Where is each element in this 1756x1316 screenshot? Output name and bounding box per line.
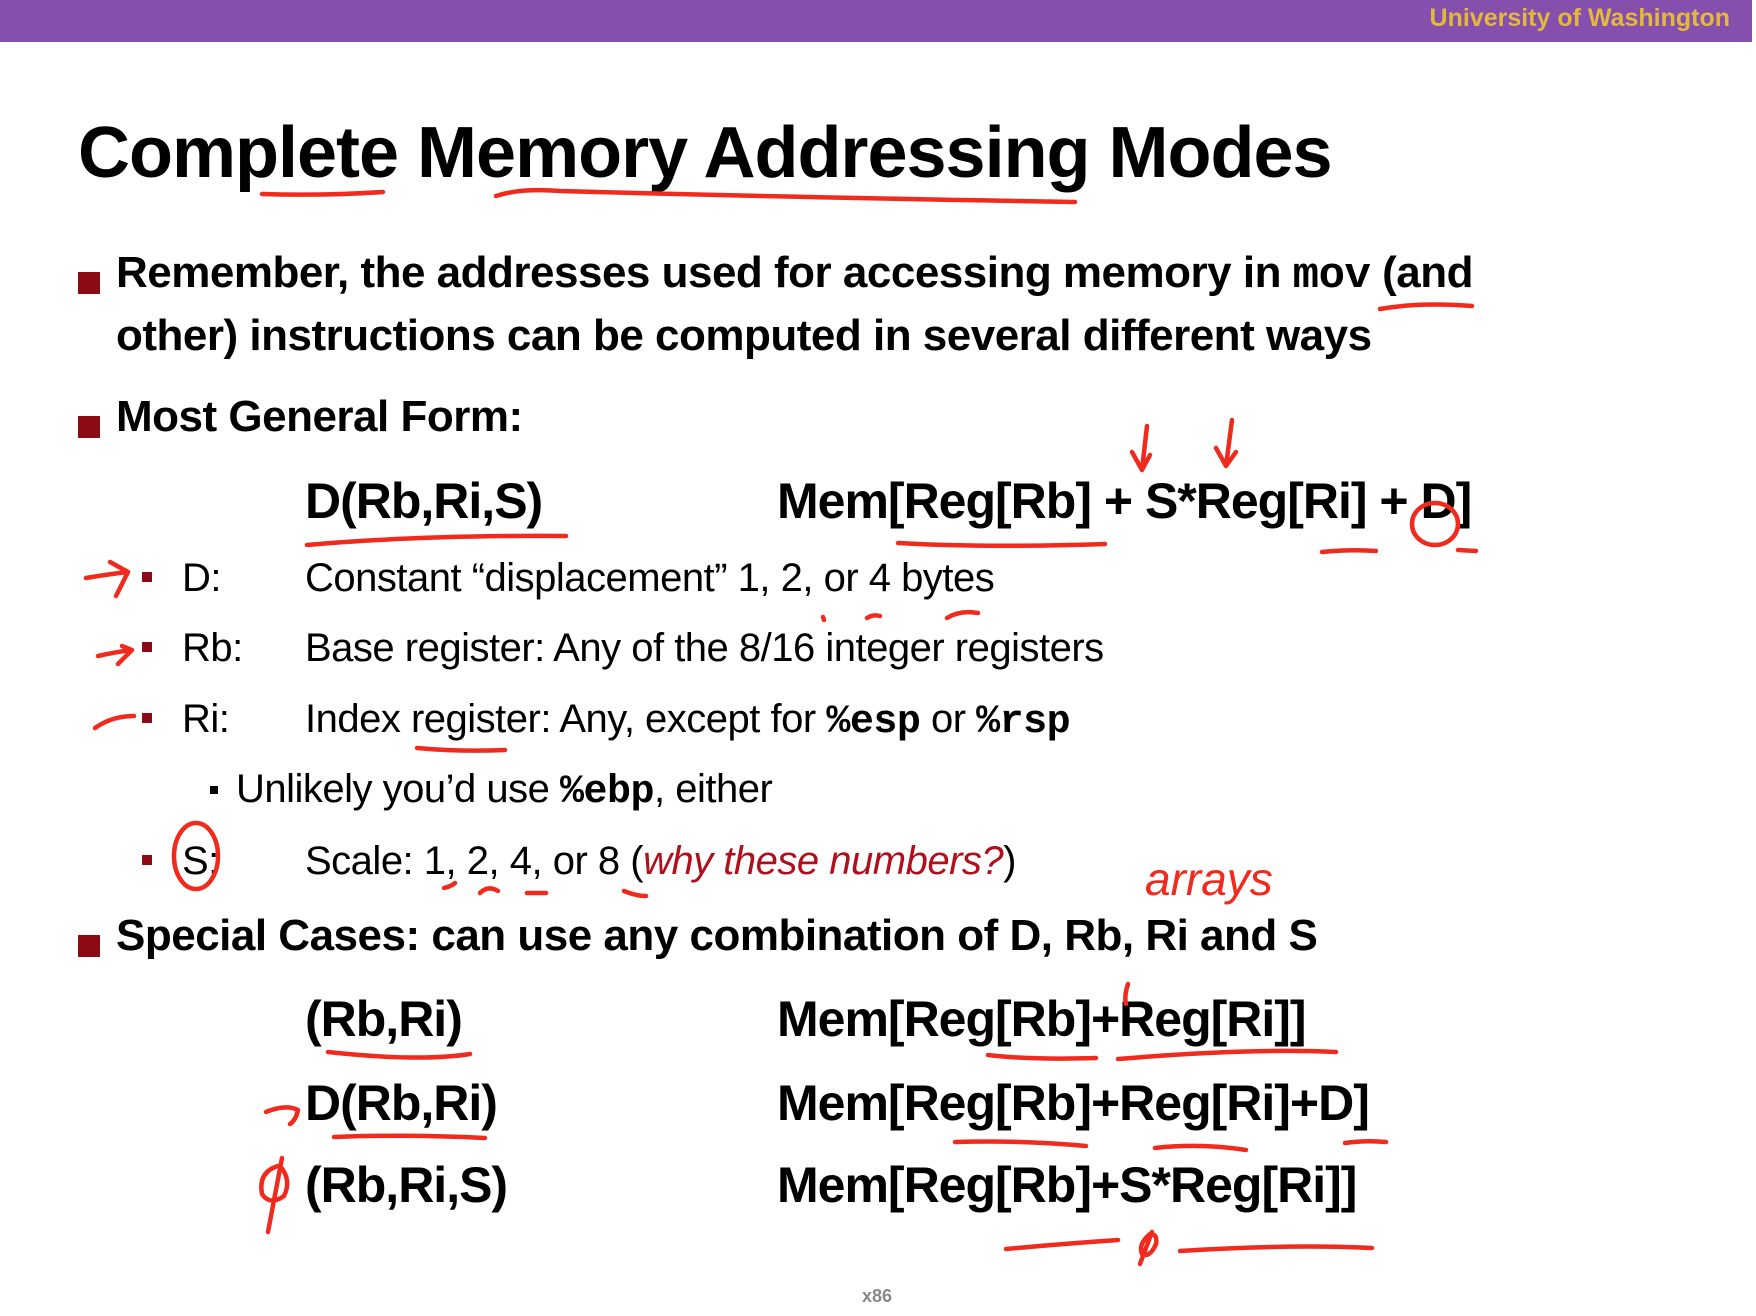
component-desc-d: Constant “displacement” 1, 2, or 4 bytes xyxy=(305,556,995,600)
component-label-s: S: xyxy=(182,839,219,883)
arrow-down-1 xyxy=(1129,423,1153,473)
underline-d-rb-ri xyxy=(331,1133,488,1141)
code-rsp: %rsp xyxy=(976,700,1071,745)
case-syntax: D(Rb,Ri) xyxy=(305,1075,498,1131)
underline-d-2 xyxy=(1342,1138,1389,1146)
component-label-ri: Ri: xyxy=(182,697,230,741)
case-syntax: (Rb,Ri,S) xyxy=(305,1157,508,1213)
component-desc-ri: Index register: Any, except for %esp or … xyxy=(305,697,1071,745)
text: Unlikely you’d use xyxy=(236,767,560,811)
bullet-remember-line2: other) instructions can be computed in s… xyxy=(116,311,1372,360)
sub-sub-bullet-icon xyxy=(210,786,218,794)
general-form-heading: Most General Form: xyxy=(116,392,523,441)
component-label-rb: Rb: xyxy=(182,626,243,670)
underline-reg-rb-4 xyxy=(1003,1237,1121,1252)
text: Remember, the addresses used for accessi… xyxy=(116,248,1293,297)
underline-reg-rb xyxy=(895,540,1108,549)
bullet-remember-line1: Remember, the addresses used for accessi… xyxy=(116,248,1473,301)
bullet-square-icon xyxy=(78,935,100,957)
ticks-1-2-4 xyxy=(820,609,981,623)
text: , either xyxy=(654,767,773,811)
arrow-d xyxy=(83,559,131,599)
text: ) xyxy=(1003,839,1016,883)
underline-d xyxy=(1455,547,1479,554)
sub-bullet-icon xyxy=(142,572,152,582)
case-meaning: Mem[Reg[Rb]+Reg[Ri]] xyxy=(777,991,1307,1047)
text: (and xyxy=(1370,248,1473,297)
bullet-square-icon xyxy=(78,272,100,294)
underline-reg-rb-3 xyxy=(952,1139,1089,1149)
underline-mov xyxy=(1377,302,1475,312)
underline-reg-ri-3 xyxy=(1177,1244,1375,1254)
underline-index-register xyxy=(414,745,508,753)
component-desc-rb: Base register: Any of the 8/16 integer r… xyxy=(305,626,1104,670)
case-syntax: (Rb,Ri) xyxy=(305,991,463,1047)
ticks-scale xyxy=(441,880,649,899)
arrow-rb xyxy=(95,643,135,667)
sub-bullet-icon xyxy=(142,855,152,865)
arrow-d-rb-ri xyxy=(263,1105,301,1127)
header-banner: University of Washington xyxy=(0,0,1752,42)
text: Scale: 1, 2, 4, or 8 ( xyxy=(305,839,644,883)
bullet-square-icon xyxy=(78,416,100,438)
case-meaning: Mem[Reg[Rb]+Reg[Ri]+D] xyxy=(777,1075,1370,1131)
arrow-ri xyxy=(92,713,137,731)
null-mark-2 xyxy=(1137,1229,1159,1267)
underline-reg-rb-2 xyxy=(985,1052,1099,1061)
underline-rb-ri xyxy=(325,1049,473,1060)
note-ebp: Unlikely you’d use %ebp, either xyxy=(236,767,773,815)
slide-footer: x86 xyxy=(862,1286,893,1306)
slide-title: Complete Memory Addressing Modes xyxy=(78,113,1333,193)
institution-name: University of Washington xyxy=(1429,4,1730,32)
sub-bullet-icon xyxy=(142,642,152,652)
general-syntax: D(Rb,Ri,S) xyxy=(305,473,543,529)
underline-general-syntax xyxy=(304,533,569,548)
null-mark xyxy=(259,1155,290,1235)
underline-reg-ri xyxy=(1115,1048,1339,1062)
sub-bullet-icon xyxy=(142,713,152,723)
underline-reg-ri-2 xyxy=(1152,1143,1249,1153)
text: Index register: Any, except for xyxy=(305,697,827,741)
case-meaning: Mem[Reg[Rb]+S*Reg[Ri]] xyxy=(777,1157,1357,1213)
question-text: why these numbers? xyxy=(643,839,1004,883)
component-label-d: D: xyxy=(182,556,222,600)
code-esp: %esp xyxy=(826,700,921,745)
code-ebp: %ebp xyxy=(560,770,655,815)
general-meaning: Mem[Reg[Rb] + S*Reg[Ri] + D] xyxy=(777,473,1472,529)
code-mov: mov xyxy=(1292,251,1371,301)
component-desc-s: Scale: 1, 2, 4, or 8 (why these numbers?… xyxy=(305,839,1016,884)
special-cases-heading: Special Cases: can use any combination o… xyxy=(116,911,1318,960)
arrow-down-2 xyxy=(1213,417,1239,469)
text: or xyxy=(920,697,977,741)
underline-ri xyxy=(1319,547,1379,555)
arrays-note: arrays xyxy=(1145,853,1273,905)
